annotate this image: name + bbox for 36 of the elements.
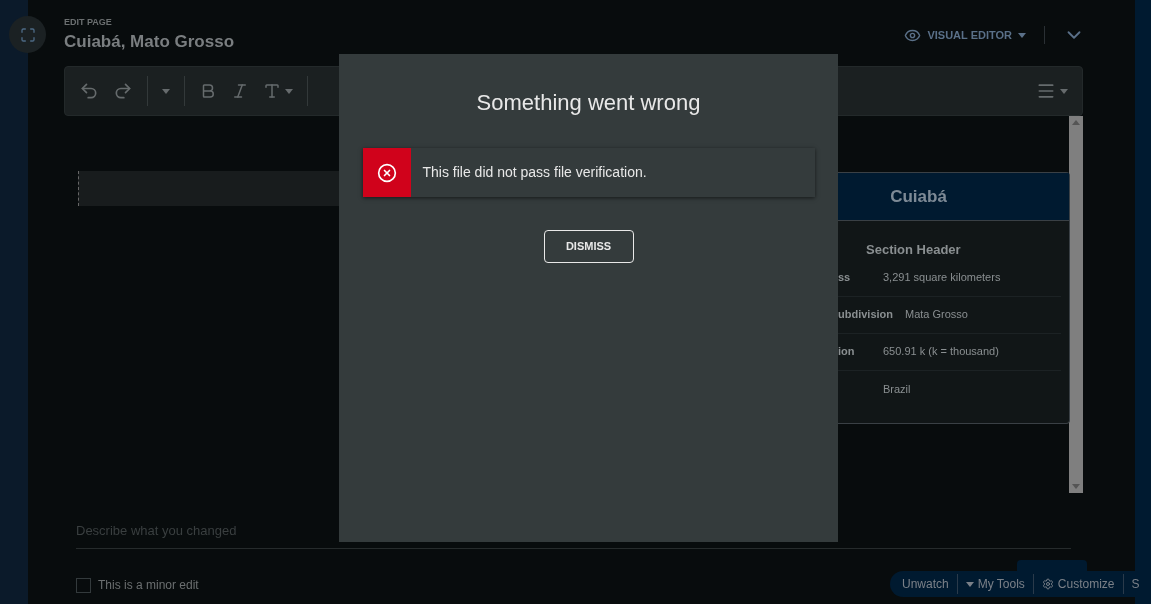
undo-icon[interactable] (79, 81, 99, 101)
caret-icon (1072, 484, 1080, 489)
error-icon (376, 162, 397, 183)
page-eyebrow: EDIT PAGE (64, 16, 113, 28)
italic-icon[interactable] (231, 82, 249, 100)
visual-editor-button[interactable]: VISUAL EDITOR (904, 26, 1026, 44)
caret-icon (285, 88, 293, 94)
infobox-title: Cuiabá (890, 185, 947, 208)
caret-icon (162, 88, 170, 94)
expand-icon (19, 26, 36, 43)
minor-edit-label: This is a minor edit (98, 577, 199, 594)
dialog-title: Something went wrong (476, 89, 701, 117)
infobox-value: Mata Grosso (905, 307, 968, 323)
redo-icon[interactable] (113, 81, 133, 101)
toolbar-link[interactable]: Customize (1041, 575, 1115, 593)
caret-icon (965, 581, 974, 587)
infobox-value: 650.91 k (k = thousand) (883, 344, 999, 360)
infobox-value: 3,291 square kilometers (883, 270, 1001, 286)
toolbar-link[interactable]: My Tools (965, 575, 1025, 593)
section-header: Section Header (866, 241, 962, 259)
caret-icon (1072, 120, 1080, 125)
caret-icon (1018, 32, 1026, 38)
toolbar-link[interactable]: S (1131, 575, 1140, 593)
dismiss-button[interactable]: DISMISS (543, 230, 634, 263)
minor-edit-checkbox[interactable] (76, 577, 91, 593)
page-title: Cuiabá, Mato Grosso (64, 31, 235, 53)
text-style-icon[interactable] (263, 82, 281, 100)
caret-icon (1060, 88, 1068, 94)
gear-icon (1041, 578, 1054, 590)
infobox-label: ubdivision (838, 307, 894, 323)
infobox-label: ion (838, 344, 856, 360)
toolbar-link[interactable]: Unwatch (902, 575, 949, 593)
error-text: This file did not pass file verification. (422, 163, 647, 182)
menu-icon[interactable] (1036, 81, 1056, 101)
infobox-label: ss (838, 270, 852, 286)
infobox-value: Brazil (883, 381, 911, 397)
